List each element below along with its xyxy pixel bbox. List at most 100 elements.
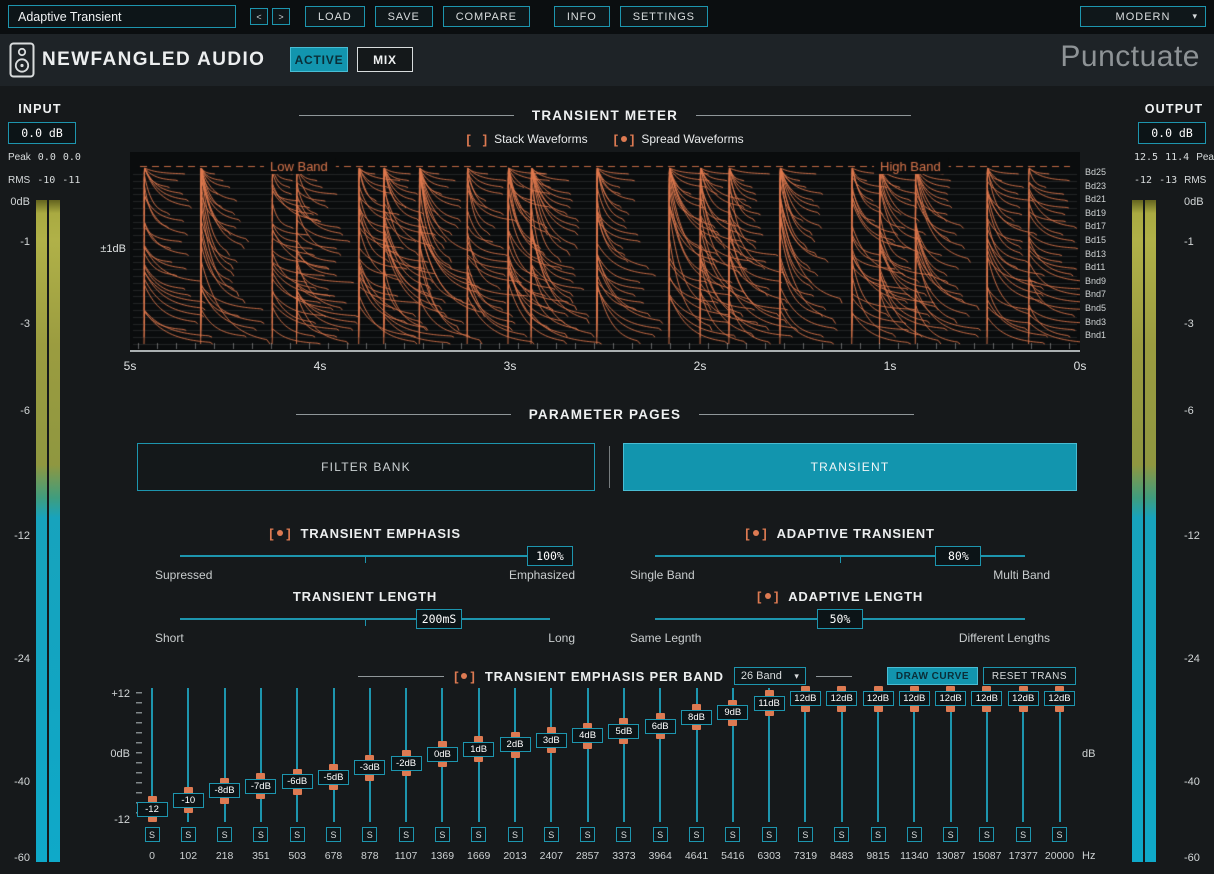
band-solo-button[interactable]: S [616,827,632,842]
preset-name-field[interactable]: Adaptive Transient [8,5,236,28]
radio-dot [461,673,468,679]
next-preset-button[interactable]: > [272,8,290,25]
adaptive-transient-value[interactable]: 80% [935,546,982,566]
band-value[interactable]: 3dB [535,732,567,748]
active-toggle-button[interactable]: ACTIVE [290,47,348,72]
band-solo-button[interactable]: S [834,827,850,842]
transient-emphasis-enable-radio[interactable]: [] [269,527,291,540]
db-unit-label: dB [1082,748,1096,760]
band-solo-button[interactable]: S [943,827,959,842]
band-solo-button[interactable]: S [144,827,160,842]
band-slider-track[interactable] [332,688,335,822]
band-value[interactable]: 12dB [1044,691,1075,707]
load-button[interactable]: LOAD [305,6,365,27]
skin-select[interactable]: MODERN ▾ [1080,6,1206,27]
band-value[interactable]: 4dB [572,728,604,744]
band-value[interactable]: -2dB [390,755,422,771]
reset-transients-button[interactable]: RESET TRANS [982,667,1076,685]
band-freq-label: 1669 [467,850,491,862]
band-slider-track[interactable] [550,688,553,822]
band-value[interactable]: 6dB [644,718,676,734]
band-solo-button[interactable]: S [1052,827,1067,842]
band-solo-button[interactable]: S [253,827,269,842]
band-slider-track[interactable] [622,688,625,822]
adaptive-length-slider[interactable]: 50% [655,609,1025,629]
band-solo-button[interactable]: S [326,827,341,842]
band-count-select[interactable]: 26 Band ▾ [733,667,806,685]
band-slider-track[interactable] [259,688,262,822]
band-slider-track[interactable] [659,688,662,822]
band-solo-button[interactable]: S [870,827,886,842]
band-value[interactable]: 8dB [681,709,712,725]
band-value[interactable]: 12dB [1007,691,1039,707]
adaptive-transient-enable-radio[interactable]: [] [745,527,767,540]
band-value[interactable]: 5dB [608,723,640,739]
settings-button[interactable]: SETTINGS [619,6,708,27]
band-solo-button[interactable]: S [580,827,596,842]
band-value[interactable]: 12dB [935,691,967,707]
transient-emphasis-value[interactable]: 100% [527,546,573,566]
band-value[interactable]: -8dB [209,783,241,799]
band-value[interactable]: 12dB [789,691,821,707]
band-solo-button[interactable]: S [797,827,813,842]
band-value[interactable]: -12 [136,801,168,817]
band-value[interactable]: 12dB [971,691,1003,707]
save-button[interactable]: SAVE [374,6,433,27]
band-solo-button[interactable]: S [217,827,233,842]
band-solo-button[interactable]: S [180,827,196,842]
band-value[interactable]: 9dB [717,705,749,721]
band-value[interactable]: -5dB [318,769,349,785]
band-solo-button[interactable]: S [507,827,523,842]
adaptive-length-control: [] ADAPTIVE LENGTH 50% Same Legnth Diffe… [630,587,1050,646]
tab-transient[interactable]: TRANSIENT [623,443,1077,491]
transient-length-slider[interactable]: 200mS [180,609,550,629]
tab-divider [609,446,610,488]
band-solo-button[interactable]: S [289,827,305,842]
time-label: 2s [693,359,707,373]
band-value[interactable]: -3dB [354,760,386,776]
band-solo-button[interactable]: S [471,827,487,842]
band-slider-track[interactable] [296,688,299,822]
input-scale-label: -6 [20,405,30,417]
tab-filter-bank[interactable]: FILTER BANK [137,443,595,491]
band-solo-button[interactable]: S [979,827,995,842]
transient-length-value[interactable]: 200mS [416,609,462,629]
info-button[interactable]: INFO [553,6,610,27]
band-solo-button[interactable]: S [689,827,704,842]
prev-preset-button[interactable]: < [250,8,268,25]
band-value[interactable]: 11dB [753,695,785,711]
band-solo-button[interactable]: S [725,827,741,842]
band-solo-button[interactable]: S [398,827,414,842]
band-solo-button[interactable]: S [362,827,378,842]
product-name: Punctuate [1060,40,1200,73]
band-solo-button[interactable]: S [906,827,922,842]
band-value[interactable]: -6dB [281,774,313,790]
stack-waveforms-radio[interactable]: [] Stack Waveforms [466,132,587,146]
band-value[interactable]: -10 [172,792,204,808]
band-value[interactable]: 12dB [898,691,930,707]
band-value[interactable]: 0dB [426,746,458,762]
spread-waveforms-radio[interactable]: [] Spread Waveforms [614,132,744,146]
adaptive-length-enable-radio[interactable]: [] [757,590,779,603]
adaptive-transient-slider[interactable]: 80% [655,546,1025,566]
mix-toggle-button[interactable]: MIX [357,47,413,72]
compare-button[interactable]: COMPARE [442,6,530,27]
band-value[interactable]: 12dB [826,691,858,707]
band-solo-button[interactable]: S [543,827,559,842]
band-value[interactable]: -7dB [245,778,277,794]
draw-curve-button[interactable]: DRAW CURVE [886,667,978,685]
per-band-enable-radio[interactable]: [] [454,670,475,683]
band-value[interactable]: 12dB [862,691,894,707]
time-label: 5s [123,359,137,373]
band-freq-label: 351 [252,850,270,862]
band-value[interactable]: 2dB [499,737,531,753]
band-freq-label: 2407 [539,850,563,862]
transient-emphasis-slider[interactable]: 100% [180,546,573,566]
adaptive-length-value[interactable]: 50% [817,609,863,629]
band-solo-button[interactable]: S [434,827,450,842]
band-solo-button[interactable]: S [761,827,777,842]
band-solo-button[interactable]: S [652,827,668,842]
band-slider-track[interactable] [586,688,589,822]
band-solo-button[interactable]: S [1015,827,1031,842]
band-value[interactable]: 1dB [463,741,495,757]
